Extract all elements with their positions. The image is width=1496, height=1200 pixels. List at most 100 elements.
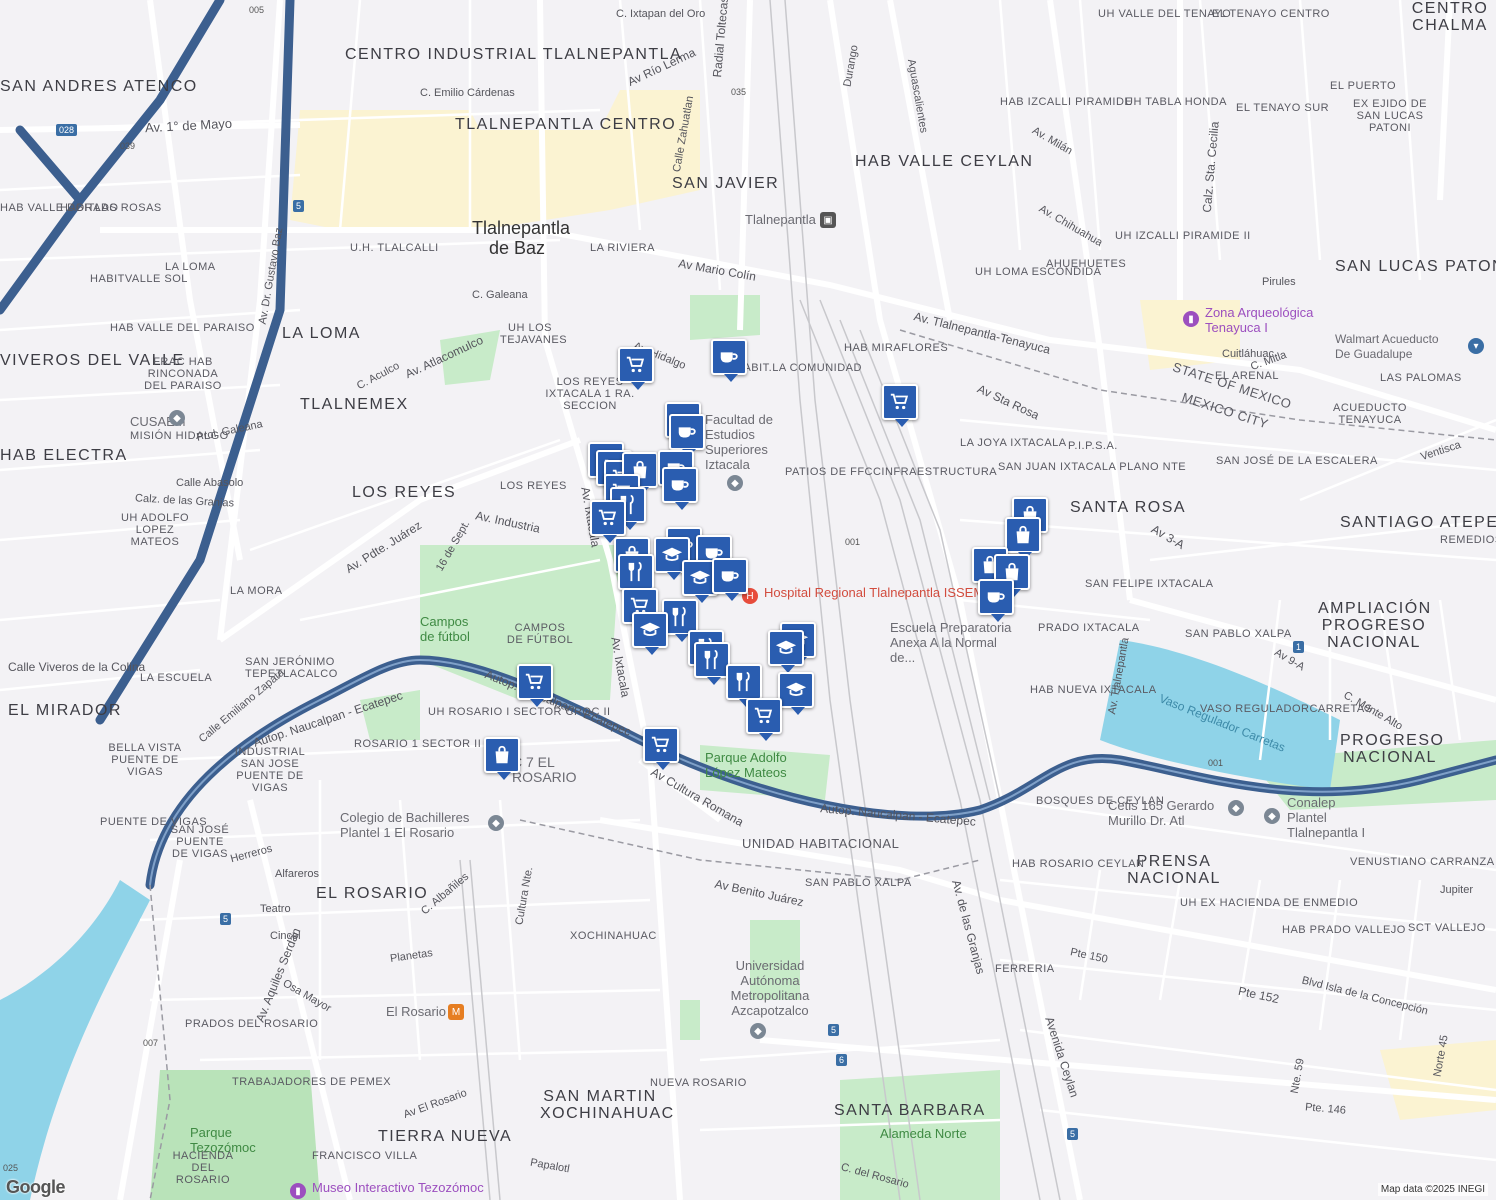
- poi-label[interactable]: Escuela Preparatoria Anexa A la Normal d…: [890, 620, 1020, 665]
- poi-label[interactable]: Colegio de Bachilleres Plantel 1 El Rosa…: [340, 810, 490, 840]
- area-label: NUEVA ROSARIO: [650, 1077, 747, 1089]
- restaurant-icon-marker[interactable]: [726, 664, 762, 707]
- area-label: HAB VALLE CEYLAN: [855, 153, 1034, 170]
- metro-icon[interactable]: M: [448, 1004, 464, 1020]
- coffee-icon-marker[interactable]: [711, 339, 747, 382]
- area-label: ACUEDUCTO TENAYUCA: [1333, 402, 1407, 426]
- map-canvas[interactable]: CENTRO INDUSTRIAL TLALNEPANTLA TLALNEPAN…: [0, 0, 1496, 1200]
- street-label: C. Emilio Cárdenas: [420, 87, 515, 99]
- area-label: EL PUERTO: [1330, 80, 1397, 92]
- restaurant-icon: [628, 561, 642, 582]
- area-label: HABIT.LA COMUNIDAD: [735, 362, 862, 374]
- area-label: HABITLAS ROSAS: [60, 202, 162, 214]
- area-label: SAN JOSÉ DE LA ESCALERA: [1216, 455, 1378, 467]
- area-label: HAB ROSARIO CEYLAN: [1012, 858, 1145, 870]
- shopping-bag-icon-marker[interactable]: [484, 737, 520, 780]
- school-icon: [689, 570, 711, 584]
- school-icon[interactable]: ◆: [1228, 800, 1244, 816]
- school-icon-marker[interactable]: [778, 672, 814, 715]
- poi-label[interactable]: Alameda Norte: [880, 1126, 967, 1141]
- restaurant-icon: [736, 671, 750, 692]
- poi-label[interactable]: Conalep Plantel Tlalnepantla I: [1287, 795, 1377, 840]
- school-icon[interactable]: ◆: [169, 410, 185, 426]
- school-icon: [775, 640, 797, 654]
- poi-label[interactable]: CAMPOS DE FÚTBOL: [505, 622, 575, 646]
- school-icon[interactable]: ◆: [750, 1023, 766, 1039]
- shopping-cart-icon: [890, 393, 909, 410]
- poi-label[interactable]: Campos de fútbol: [420, 614, 480, 644]
- shopping-cart-icon: [651, 736, 670, 753]
- area-label: SAN LUCAS PATONI: [1335, 258, 1496, 275]
- area-label: UH IZCALLI PIRAMIDE II: [1115, 230, 1251, 242]
- shopping-cart-icon-marker[interactable]: [517, 664, 553, 707]
- museum-icon[interactable]: ▮: [290, 1183, 306, 1199]
- area-label: SAN ANDRES ATENCO: [0, 78, 198, 95]
- school-icon[interactable]: ◆: [727, 475, 743, 491]
- shopping-cart-icon-marker[interactable]: [590, 500, 626, 543]
- poi-label[interactable]: Universidad Autónoma Metropolitana Azcap…: [715, 958, 825, 1018]
- route-shield: 001: [1208, 758, 1224, 768]
- area-label: UH TABLA HONDA: [1125, 96, 1227, 108]
- restaurant-icon-marker[interactable]: [694, 642, 730, 685]
- poi-label[interactable]: Tlalnepantla: [745, 212, 816, 227]
- coffee-icon-marker[interactable]: [712, 558, 748, 601]
- shopping-cart-icon-marker[interactable]: [618, 347, 654, 390]
- area-label: HABITVALLE SOL: [90, 273, 188, 285]
- poi-label[interactable]: Hospital Regional Tlalnepantla ISSEMyM: [764, 585, 1002, 600]
- street-label: Alfareros: [275, 868, 320, 880]
- route-shield: 039: [120, 141, 136, 151]
- shopping-cart-icon-marker[interactable]: [882, 384, 918, 427]
- area-label: SAN JAVIER: [672, 175, 780, 192]
- area-label: PRADOS DEL ROSARIO: [185, 1018, 319, 1030]
- area-label: TIERRA NUEVA: [378, 1128, 513, 1145]
- area-label: TRABAJADORES DE PEMEX: [232, 1076, 392, 1088]
- area-label: EL TENAYO CENTRO: [1212, 8, 1330, 20]
- area-label: ROSARIO 1 SECTOR II CA: [354, 738, 502, 750]
- area-label: LOS REYES: [352, 484, 457, 501]
- map-attribution[interactable]: Map data ©2025 INEGI: [1377, 1183, 1488, 1196]
- area-label: P.I.P.S.A.: [1068, 440, 1118, 452]
- school-icon-marker[interactable]: [632, 612, 668, 655]
- coffee-icon-marker[interactable]: [978, 579, 1014, 622]
- area-label: UH LOS TEJAVANES: [500, 322, 568, 346]
- poi-label[interactable]: Parque Adolfo López Mateos: [705, 750, 805, 780]
- poi-label[interactable]: Walmart Acueducto De Guadalupe: [1335, 332, 1445, 362]
- poi-label: C 7 EL ROSARIO: [512, 754, 577, 785]
- school-icon-marker[interactable]: [768, 630, 804, 673]
- coffee-icon: [671, 480, 689, 491]
- poi-label[interactable]: Museo Interactivo Tezozómoc: [312, 1180, 484, 1195]
- school-icon[interactable]: ◆: [1264, 808, 1280, 824]
- shopping-cart-icon-marker[interactable]: [746, 698, 782, 741]
- coffee-icon: [720, 352, 738, 363]
- shopping-bag-icon: [495, 745, 509, 764]
- poi-label[interactable]: HACIENDA DEL ROSARIO: [168, 1150, 238, 1186]
- shopping-cart-icon: [598, 509, 617, 526]
- shopping-cart-icon-marker[interactable]: [643, 727, 679, 770]
- poi-label[interactable]: El Rosario: [386, 1004, 446, 1019]
- area-label: LA MORA: [230, 585, 283, 597]
- train-icon[interactable]: ▣: [820, 212, 836, 228]
- poi-label[interactable]: Zona Arqueológica Tenayuca I: [1205, 305, 1335, 335]
- route-shield: 5: [1067, 1128, 1079, 1140]
- shop-icon[interactable]: ▾: [1468, 338, 1484, 354]
- museum-icon[interactable]: ▮: [1183, 311, 1199, 327]
- area-label: INDUSTRIAL SAN JOSE PUENTE DE VIGAS: [234, 746, 306, 794]
- area-label: XOCHINAHUAC: [570, 930, 657, 942]
- route-shield: 1: [1293, 641, 1305, 653]
- shopping-bag-icon-marker[interactable]: [1005, 517, 1041, 560]
- area-label: TLALNEPANTLA CENTRO: [455, 116, 677, 133]
- area-label: LA LOMA: [165, 261, 216, 273]
- poi-label[interactable]: Cetis 165 Gerardo Murillo Dr. Atl: [1108, 798, 1228, 828]
- street-label: Pirules: [1262, 276, 1296, 288]
- area-label: HAB NUEVA IXTACALA: [1030, 684, 1157, 696]
- coffee-icon-marker[interactable]: [662, 467, 698, 510]
- poi-label[interactable]: Facultad de Estudios Superiores Iztacala: [705, 412, 777, 472]
- route-shield: 6: [836, 1054, 848, 1066]
- coffee-icon: [721, 571, 739, 582]
- restaurant-icon-marker[interactable]: [618, 554, 654, 597]
- coffee-icon-marker[interactable]: [669, 414, 705, 457]
- school-icon[interactable]: ◆: [488, 815, 504, 831]
- area-label: CENTRO CHALMA: [1411, 0, 1489, 34]
- area-label: SAN FELIPE IXTACALA: [1085, 578, 1214, 590]
- area-label: SANTA BARBARA: [834, 1102, 986, 1119]
